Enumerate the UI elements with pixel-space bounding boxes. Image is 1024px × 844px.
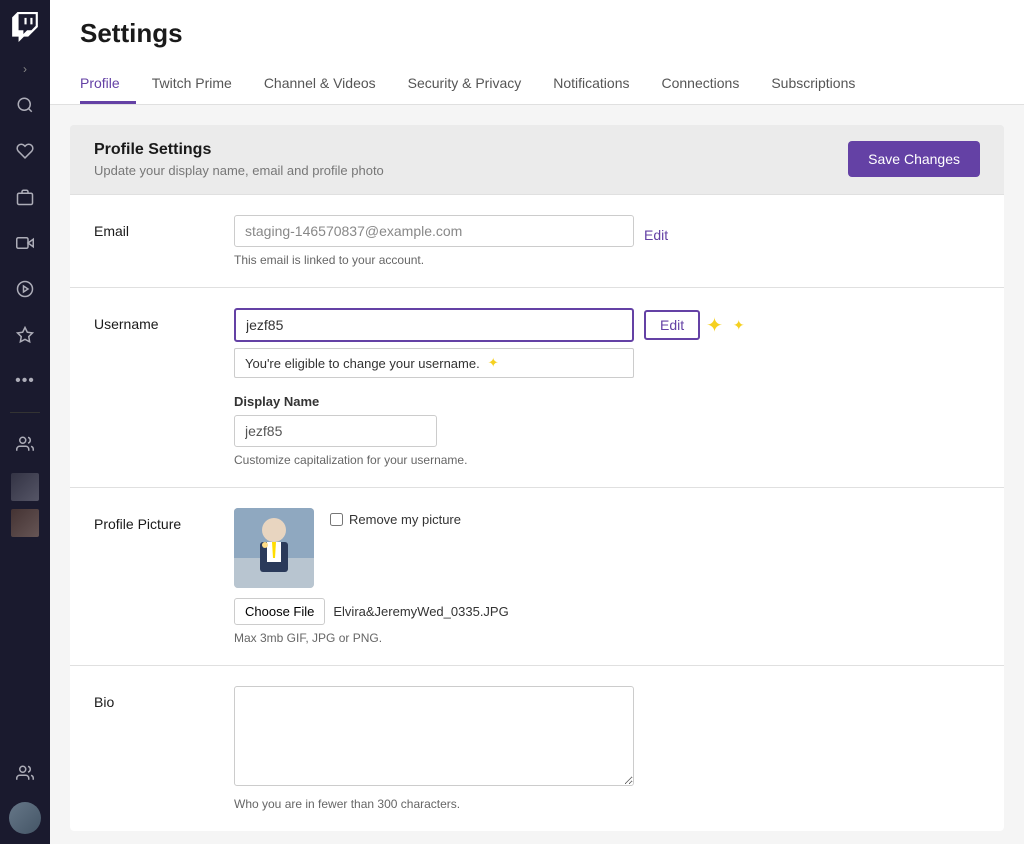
sidebar-item-community[interactable] (4, 752, 46, 794)
username-label: Username (94, 308, 214, 332)
sidebar-channel-thumb-1[interactable] (11, 473, 39, 501)
section-subtitle: Update your display name, email and prof… (94, 163, 384, 178)
username-edit-button[interactable]: Edit (644, 310, 700, 340)
email-input[interactable] (234, 215, 634, 247)
bio-label: Bio (94, 686, 214, 710)
sidebar-item-following[interactable] (4, 423, 46, 465)
sidebar-expand-chevron[interactable]: › (23, 62, 27, 76)
page-header: Settings Profile Twitch Prime Channel & … (50, 0, 1024, 105)
sidebar-item-browse[interactable] (4, 268, 46, 310)
bio-hint: Who you are in fewer than 300 characters… (234, 797, 980, 811)
tab-twitch-prime[interactable]: Twitch Prime (136, 65, 248, 104)
bio-textarea[interactable] (234, 686, 634, 786)
section-header-text: Profile Settings Update your display nam… (94, 141, 384, 178)
file-name-display: Elvira&JeremyWed_0335.JPG (333, 604, 508, 619)
bio-row: Bio Who you are in fewer than 300 charac… (70, 665, 1004, 831)
profile-picture-row: Profile Picture (70, 487, 1004, 665)
tab-security-privacy[interactable]: Security & Privacy (392, 65, 538, 104)
remove-picture-checkbox[interactable] (330, 513, 343, 526)
page-title: Settings (80, 18, 994, 49)
tab-channel-videos[interactable]: Channel & Videos (248, 65, 392, 104)
sidebar-item-search[interactable] (4, 84, 46, 126)
email-hint: This email is linked to your account. (234, 253, 980, 267)
remove-picture-label: Remove my picture (349, 512, 461, 527)
email-field-group: Edit This email is linked to your accoun… (234, 215, 980, 267)
sidebar-item-prime[interactable] (4, 314, 46, 356)
section-title: Profile Settings (94, 141, 384, 159)
sidebar-channel-thumb-2[interactable] (11, 509, 39, 537)
username-row: Username Edit ✦ ✦ You're eligible to cha… (70, 287, 1004, 487)
profile-picture-field-group: Remove my picture Choose File Elvira&Jer… (234, 508, 980, 645)
display-name-input[interactable] (234, 415, 437, 447)
username-input[interactable] (234, 308, 634, 342)
tab-connections[interactable]: Connections (646, 65, 756, 104)
sidebar: › ••• (0, 0, 50, 844)
email-row: Email Edit This email is linked to your … (70, 194, 1004, 287)
email-label: Email (94, 215, 214, 239)
sparkle-icon-3: ✦ (488, 355, 499, 371)
section-header: Profile Settings Update your display nam… (70, 125, 1004, 194)
display-name-label: Display Name (234, 394, 980, 409)
sidebar-item-video[interactable] (4, 222, 46, 264)
tab-notifications[interactable]: Notifications (537, 65, 645, 104)
eligible-banner: You're eligible to change your username.… (234, 348, 634, 378)
profile-picture-label: Profile Picture (94, 508, 214, 532)
sparkle-icon-2: ✦ (733, 317, 745, 334)
email-edit-link[interactable]: Edit (644, 219, 668, 243)
file-hint: Max 3mb GIF, JPG or PNG. (234, 631, 980, 645)
profile-settings-card: Profile Settings Update your display nam… (70, 125, 1004, 831)
username-field-group: Edit ✦ ✦ You're eligible to change your … (234, 308, 980, 467)
sidebar-item-more[interactable]: ••• (4, 360, 46, 402)
tab-nav: Profile Twitch Prime Channel & Videos Se… (80, 65, 994, 104)
profile-image-preview (234, 508, 314, 588)
content-area: Profile Settings Update your display nam… (50, 125, 1024, 844)
sidebar-item-favorites[interactable] (4, 130, 46, 172)
main-content: Settings Profile Twitch Prime Channel & … (50, 0, 1024, 844)
sidebar-item-games[interactable] (4, 176, 46, 218)
user-avatar[interactable] (9, 802, 41, 834)
sidebar-item-logo[interactable] (4, 10, 46, 52)
profile-pic-controls: Remove my picture (330, 508, 461, 527)
choose-file-button[interactable]: Choose File (234, 598, 325, 625)
bio-field-group: Who you are in fewer than 300 characters… (234, 686, 980, 811)
sparkle-icon-1: ✦ (706, 313, 723, 338)
display-name-hint: Customize capitalization for your userna… (234, 453, 980, 467)
save-changes-button[interactable]: Save Changes (848, 141, 980, 177)
display-name-section: Display Name Customize capitalization fo… (234, 394, 980, 467)
tab-profile[interactable]: Profile (80, 65, 136, 104)
tab-subscriptions[interactable]: Subscriptions (755, 65, 871, 104)
